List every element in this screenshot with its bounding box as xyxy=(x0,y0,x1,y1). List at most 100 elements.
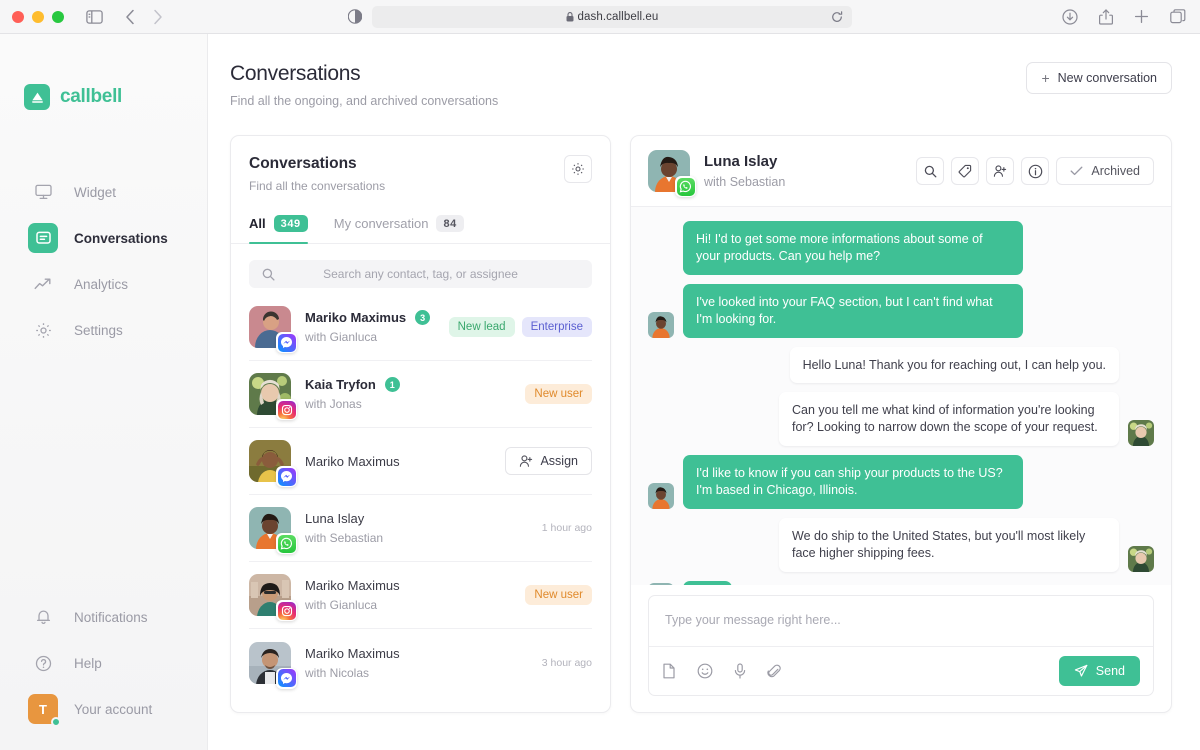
composer-toolbar: Send xyxy=(649,646,1153,695)
chat-header-actions: Archived xyxy=(916,157,1154,185)
avatar-with-channel xyxy=(249,507,297,554)
avatar xyxy=(648,582,674,585)
message-row-typing xyxy=(648,580,1154,585)
contact-name: Luna Islay xyxy=(305,511,365,526)
sidebar-item-conversations[interactable]: Conversations xyxy=(0,216,207,260)
search-container xyxy=(231,244,610,294)
maximize-window-button[interactable] xyxy=(52,10,64,23)
list-item-name-row: Mariko Maximus xyxy=(305,578,511,593)
avatar-with-channel xyxy=(648,150,696,197)
reader-view-icon[interactable] xyxy=(348,9,362,24)
sidebar-toggle-icon[interactable] xyxy=(86,9,103,24)
contact-name: Mariko Maximus xyxy=(305,578,400,593)
search-icon xyxy=(262,268,275,281)
list-item[interactable]: Mariko Maximus Assign xyxy=(249,428,592,495)
minimize-window-button[interactable] xyxy=(32,10,44,23)
message-input[interactable] xyxy=(665,613,1137,627)
list-item-meta: 1 hour ago xyxy=(542,522,592,534)
list-item-name-row: Luna Islay xyxy=(305,511,528,526)
chat-contact-name: Luna Islay xyxy=(704,153,778,170)
plus-icon: + xyxy=(1041,70,1050,86)
whatsapp-channel-icon xyxy=(276,533,297,554)
url-text-group: dash.callbell.eu xyxy=(566,11,659,23)
search-input[interactable] xyxy=(249,260,592,288)
list-item[interactable]: Kaia Tryfon 1 with Jonas New user xyxy=(249,361,592,428)
sidebar-item-notifications[interactable]: Notifications xyxy=(0,598,207,636)
list-item-name-row: Mariko Maximus xyxy=(305,454,491,469)
avatar-with-channel xyxy=(249,440,297,487)
sidebar-item-label: Widget xyxy=(74,184,117,200)
status-badge[interactable]: New user xyxy=(525,585,592,605)
conversation-list: Mariko Maximus 3 with Gianluca New lead … xyxy=(231,294,610,712)
archived-button[interactable]: Archived xyxy=(1056,157,1154,185)
sidebar-item-analytics[interactable]: Analytics xyxy=(0,262,207,306)
avatar-with-channel xyxy=(249,641,297,689)
search-box[interactable] xyxy=(249,260,592,288)
tab-overview-icon[interactable] xyxy=(1170,9,1186,24)
chat-tag-button[interactable] xyxy=(951,157,980,185)
message-bubble: Hello Luna! Thank you for reaching out, … xyxy=(789,346,1119,384)
brand-logo[interactable]: callbell xyxy=(0,34,207,110)
list-item-name-row: Mariko Maximus xyxy=(305,646,528,661)
new-conversation-label: New conversation xyxy=(1057,71,1157,85)
download-icon[interactable] xyxy=(1062,8,1078,25)
document-icon[interactable] xyxy=(662,663,676,679)
list-item[interactable]: Luna Islay with Sebastian 1 hour ago xyxy=(249,495,592,562)
list-tabs: All 349 My conversation 84 xyxy=(231,193,610,244)
send-button[interactable]: Send xyxy=(1058,656,1140,686)
composer-input-wrap[interactable] xyxy=(649,596,1153,646)
back-arrow-icon[interactable] xyxy=(125,9,136,25)
sidebar-item-help[interactable]: Help xyxy=(0,644,207,682)
plus-icon[interactable] xyxy=(1134,9,1149,24)
chat-info-button[interactable] xyxy=(1021,157,1050,185)
status-badge[interactable]: Enterprise xyxy=(521,317,592,337)
chat-bubble-icon xyxy=(28,223,58,253)
microphone-icon[interactable] xyxy=(734,663,746,679)
list-item[interactable]: Mariko Maximus with Nicolas 3 hour ago xyxy=(249,629,592,696)
status-badge[interactable]: New lead xyxy=(448,317,515,337)
chat-panel: Luna Islay with Sebastian Archived Hi! I… xyxy=(630,135,1172,713)
sidebar-item-label: Your account xyxy=(74,701,153,717)
new-conversation-button[interactable]: + New conversation xyxy=(1026,62,1172,94)
contact-name: Mariko Maximus xyxy=(305,645,400,661)
callbell-logo-icon xyxy=(24,84,50,110)
sidebar-item-settings[interactable]: Settings xyxy=(0,308,207,352)
contact-name: Mariko Maximus xyxy=(305,453,400,469)
list-item-name-row: Mariko Maximus 3 xyxy=(305,310,435,325)
whatsapp-channel-icon xyxy=(675,176,696,197)
sidebar-nav: Widget Conversations Analytics Settings xyxy=(0,170,207,352)
address-bar[interactable]: dash.callbell.eu xyxy=(372,5,852,28)
message-bubble: I've looked into your FAQ section, but I… xyxy=(683,283,1023,338)
tab-my-conversation[interactable]: My conversation 84 xyxy=(334,215,464,243)
chat-add-user-button[interactable] xyxy=(986,157,1015,185)
add-user-icon xyxy=(993,164,1007,178)
share-icon[interactable] xyxy=(1099,8,1113,25)
tab-label: All xyxy=(249,216,266,231)
send-paper-plane-icon xyxy=(1074,664,1088,678)
status-badge[interactable]: New user xyxy=(525,384,592,404)
unread-badge: 3 xyxy=(415,310,431,325)
messenger-channel-icon xyxy=(276,466,297,487)
chat-assignee-label: with Sebastian xyxy=(704,175,786,189)
trending-up-icon xyxy=(28,269,58,299)
list-item[interactable]: Mariko Maximus 3 with Gianluca New lead … xyxy=(249,294,592,361)
chat-search-button[interactable] xyxy=(916,157,945,185)
emoji-icon[interactable] xyxy=(697,663,713,679)
app-shell: callbell Widget Conversations Analytics xyxy=(0,34,1200,750)
sidebar-item-your-account[interactable]: T Your account xyxy=(0,690,207,728)
list-item-text: Mariko Maximus xyxy=(305,454,491,469)
sidebar-bottom-nav: Notifications Help T Your account xyxy=(0,598,207,750)
assign-button[interactable]: Assign xyxy=(505,447,592,475)
sidebar-item-widget[interactable]: Widget xyxy=(0,170,207,214)
archived-label: Archived xyxy=(1091,164,1140,178)
unread-badge: 1 xyxy=(384,377,400,392)
close-window-button[interactable] xyxy=(12,10,24,23)
assignee-label: with Gianluca xyxy=(305,598,378,612)
tab-all[interactable]: All 349 xyxy=(249,215,308,244)
reload-icon[interactable] xyxy=(831,10,843,23)
timestamp: 1 hour ago xyxy=(541,522,592,534)
list-item[interactable]: Mariko Maximus with Gianluca New user xyxy=(249,562,592,629)
list-settings-button[interactable] xyxy=(564,155,592,183)
paperclip-icon[interactable] xyxy=(767,663,782,679)
contact-name: Mariko Maximus xyxy=(305,310,407,325)
